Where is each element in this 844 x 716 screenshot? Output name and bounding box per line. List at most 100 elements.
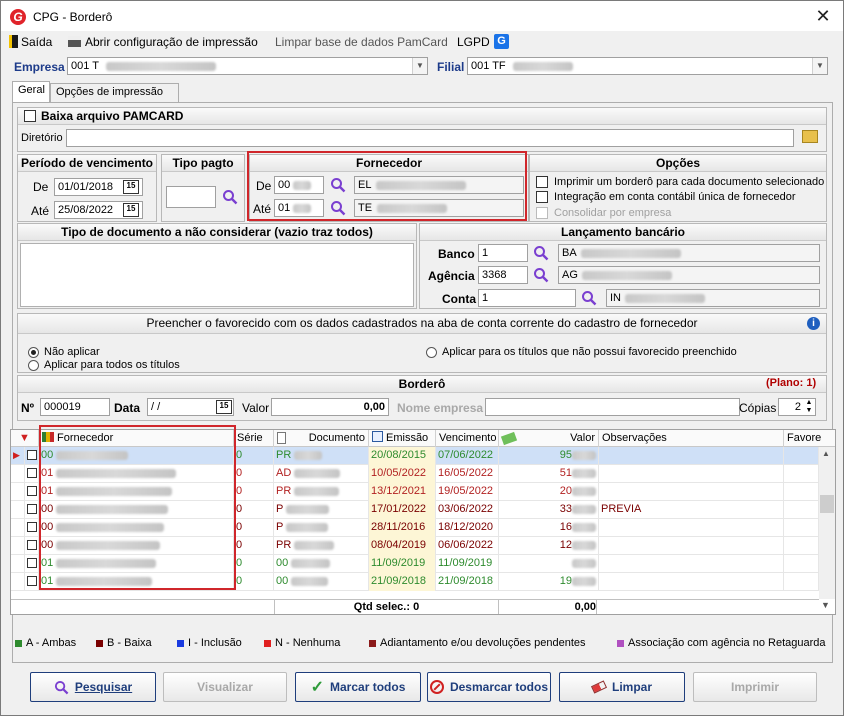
scroll-down-icon[interactable]: ▼ [821,600,830,610]
row-checkbox[interactable] [25,483,39,501]
row-checkbox-box[interactable] [27,486,37,496]
row-checkbox-box[interactable] [27,504,37,514]
filial-redacted [512,61,573,71]
opt-conta-unica-checkbox[interactable] [536,191,548,203]
row-checkbox[interactable] [25,519,39,537]
chevron-down-icon[interactable]: ▼ [812,58,827,74]
bordero-valor-input[interactable]: 0,00 [271,398,389,416]
info-icon[interactable]: i [807,317,820,330]
cell-serie: 0 [234,555,274,573]
cell-venc-text: 06/06/2022 [438,539,494,551]
search-icon[interactable] [533,267,549,283]
agencia-code-input[interactable]: 3368 [478,266,528,284]
conta-code-input[interactable]: 1 [478,289,576,307]
pesquisar-button[interactable]: Pesquisar [30,672,156,702]
chevron-down-icon[interactable]: ▼ [412,58,427,74]
folder-open-icon[interactable] [802,130,818,143]
search-icon[interactable] [533,245,549,261]
legend-nenhuma-swatch [264,639,271,647]
imprimir-button[interactable]: Imprimir [693,672,817,702]
pesquisar-label: Pesquisar [74,680,133,694]
limpar-button[interactable]: Limpar [559,672,685,702]
desmarcar-todos-button[interactable]: Desmarcar todos [427,672,551,702]
filial-label: Filial [437,60,465,74]
marcar-todos-button[interactable]: ✓ Marcar todos [295,672,421,702]
window-title: CPG - Borderô [33,10,113,24]
cell-doc: P [274,519,369,537]
row-checkbox-box[interactable] [27,576,37,586]
row-checkbox[interactable] [25,537,39,555]
col-favorecido[interactable]: Favore [784,430,835,447]
calendar-icon[interactable]: 15 [123,203,139,217]
lgpd-menu[interactable]: LGPD [457,35,490,49]
row-indicator [11,483,25,501]
row-checkbox[interactable] [25,555,39,573]
tipo-pagto-input[interactable] [166,186,216,208]
empresa-select[interactable]: 001 T ▼ [67,57,428,75]
legend-inclusao-swatch [177,639,184,647]
col-documento[interactable]: Documento [274,430,369,447]
row-indicator [11,537,25,555]
search-icon[interactable] [222,189,238,205]
cell-redacted [572,504,596,514]
search-icon[interactable] [581,290,597,306]
radio-nao-aplicar[interactable] [28,347,39,358]
row-indicator [11,573,25,591]
row-checkbox-box[interactable] [27,540,37,550]
row-checkbox-box[interactable] [27,558,37,568]
radio-aplicar-todos[interactable] [28,360,39,371]
scroll-up-icon[interactable]: ▲ [822,449,830,458]
tipo-doc-title: Tipo de documento a não considerar (vazi… [18,224,416,241]
banco-name: BA [558,244,820,262]
cell-redacted [294,468,341,478]
calendar-icon[interactable]: 15 [123,180,139,194]
cell-obs [599,447,784,465]
copias-spin-icon[interactable]: ▲ ▼ [804,399,814,415]
bordero-empresa-input[interactable] [485,398,740,416]
close-button[interactable]: ✕ [809,5,837,27]
cell-serie: 0 [234,447,274,465]
exit-menu[interactable]: Saída [9,35,52,49]
vertical-scrollbar[interactable]: ▲ [819,447,835,599]
opt-bordero-por-doc-checkbox[interactable] [536,176,548,188]
diretorio-input[interactable] [66,129,794,147]
tipo-doc-list[interactable] [20,243,414,307]
bordero-copias-label: Cópias [739,401,777,415]
tab-opcoes-impressao[interactable]: Opções de impressão [50,83,179,102]
sort-down-icon[interactable]: ▼ [11,430,39,447]
lgpd-icon[interactable]: G [494,34,509,49]
radio-aplicar-sem-favorecido[interactable] [426,347,437,358]
col-vencimento[interactable]: Vencimento [436,430,499,447]
cell-serie-text: 0 [236,467,243,479]
row-checkbox[interactable] [25,573,39,591]
cell-redacted [294,486,339,496]
banco-code-input[interactable]: 1 [478,244,528,262]
grid-total: 0,00 [501,600,597,614]
col-valor[interactable]: Valor [499,430,599,447]
filial-select[interactable]: 001 TF ▼ [467,57,828,75]
cell-doc: 00 [274,555,369,573]
highlight-box [247,151,527,221]
visualizar-button[interactable]: Visualizar [163,672,287,702]
diretorio-label: Diretório [21,132,63,144]
col-serie[interactable]: Série [234,430,274,447]
print-config-menu[interactable]: Abrir configuração de impressão [68,35,258,49]
row-checkbox-box[interactable] [27,468,37,478]
col-observacoes[interactable]: Observações [599,430,784,447]
legend-baixa: B - Baixa [96,637,152,649]
row-checkbox[interactable] [25,501,39,519]
row-checkbox[interactable] [25,465,39,483]
cell-emissao: 17/01/2022 [369,501,436,519]
tab-geral[interactable]: Geral [12,81,50,102]
row-checkbox-box[interactable] [27,522,37,532]
bordero-n-input[interactable]: 000019 [40,398,110,416]
cell-emissao: 28/11/2016 [369,519,436,537]
col-emissao[interactable]: Emissão [369,430,436,447]
cell-valor-text: 16 [559,521,572,533]
row-checkbox[interactable] [25,447,39,465]
pamcard-checkbox[interactable] [24,110,36,122]
row-checkbox-box[interactable] [27,450,37,460]
clear-pamcard-menu[interactable]: Limpar base de dados PamCard [275,35,448,49]
calendar-icon[interactable]: 15 [216,400,232,414]
scroll-thumb[interactable] [820,495,834,513]
